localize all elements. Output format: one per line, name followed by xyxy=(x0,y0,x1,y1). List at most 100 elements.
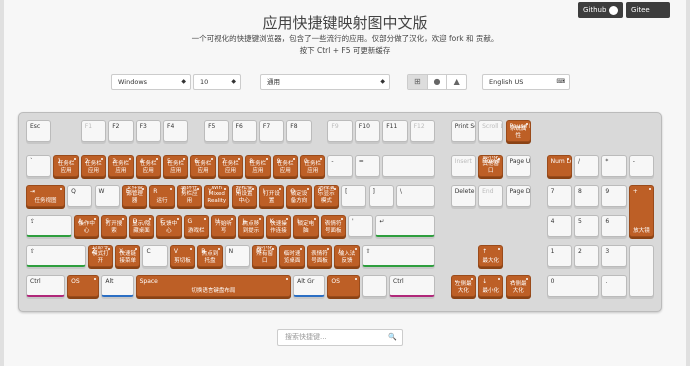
key-p[interactable]: P 选择演示显示模式 xyxy=(313,185,340,207)
linux-icon[interactable]: ▲ xyxy=(447,75,466,89)
key-4[interactable]: 4 任务栏应用 xyxy=(135,155,161,177)
key-f[interactable]: F 反馈中心 xyxy=(156,215,182,237)
key-x[interactable]: X 快速链接菜单 xyxy=(115,245,141,267)
key-d[interactable]: D 显示/隐藏桌面 xyxy=(128,215,155,237)
key-↑[interactable]: ↑ 最大化 xyxy=(478,245,504,267)
key-*[interactable]: * xyxy=(601,155,627,177)
key-blank[interactable] xyxy=(382,155,435,177)
search-input[interactable]: 搜索快捷键... 🔍 xyxy=(277,329,403,346)
key-1[interactable]: 1 任务栏应用 xyxy=(53,155,79,177)
key-⇧[interactable]: ⇧ xyxy=(361,245,435,267)
key-f12[interactable]: F12 xyxy=(409,120,435,142)
key-=[interactable]: = xyxy=(354,155,381,177)
key-v[interactable]: V 剪切板 xyxy=(169,245,196,267)
key-f9[interactable]: F9 xyxy=(327,120,353,142)
key-1[interactable]: 1 xyxy=(546,245,572,267)
key-page-down[interactable]: Page Down xyxy=(505,185,531,207)
key-3[interactable]: 3 xyxy=(601,245,627,267)
key-os[interactable]: OS xyxy=(67,275,100,297)
key--[interactable]: - xyxy=(327,155,353,177)
key-\[interactable]: \ xyxy=(395,185,435,207)
key-z[interactable]: Z 以命令模式打开 xyxy=(87,245,114,267)
key-`[interactable]: ` xyxy=(26,155,52,177)
key-alt-gr[interactable]: Alt Gr xyxy=(293,275,326,297)
key-j[interactable]: J 焦点移到提示 xyxy=(238,215,264,237)
key-,[interactable]: , 临时速览桌面 xyxy=(279,245,305,267)
key-[[interactable]: [ xyxy=(341,185,367,207)
apple-icon[interactable]: ● xyxy=(428,75,448,89)
key-blank[interactable] xyxy=(361,275,388,297)
key-page-up[interactable]: Page Up xyxy=(505,155,531,177)
key-f6[interactable]: F6 xyxy=(231,120,257,142)
layout-select[interactable]: English US ⌨ xyxy=(482,74,570,90)
key-f8[interactable]: F8 xyxy=(286,120,312,142)
key-→[interactable]: → 右侧最大化 xyxy=(505,275,531,297)
key-0[interactable]: 0 xyxy=(546,275,600,297)
key-e[interactable]: E 文件资源管理器 xyxy=(121,185,148,207)
key-space[interactable]: Space 切换语言键盘布局 xyxy=(135,275,292,297)
key-0[interactable]: 0 任务栏应用 xyxy=(300,155,326,177)
key-⇥[interactable]: ⇥ 任务视图 xyxy=(26,185,66,207)
key-/[interactable]: / 输入法反馈 xyxy=(334,245,360,267)
key-←[interactable]: ← 左侧最大化 xyxy=(450,275,477,297)
key-9[interactable]: 9 xyxy=(601,185,627,207)
key-/[interactable]: / xyxy=(574,155,600,177)
key-4[interactable]: 4 xyxy=(546,215,572,237)
key-⇪[interactable]: ⇪ xyxy=(26,215,72,237)
key-q[interactable]: Q xyxy=(67,185,93,207)
key-f4[interactable]: F4 xyxy=(163,120,189,142)
key-2[interactable]: 2 任务栏应用 xyxy=(80,155,107,177)
key-⇧[interactable]: ⇧ xyxy=(26,245,86,267)
key-u[interactable]: U 轻松使用设置中心 xyxy=(231,185,257,207)
key-6[interactable]: 6 xyxy=(601,215,627,237)
key-8[interactable]: 8 xyxy=(574,185,600,207)
key-;[interactable]: ; 表情符号面板 xyxy=(320,215,346,237)
key-f2[interactable]: F2 xyxy=(108,120,134,142)
key-b[interactable]: B 焦点到托盘 xyxy=(197,245,223,267)
key-num-lock[interactable]: Num Lock xyxy=(546,155,572,177)
key-9[interactable]: 9 任务栏应用 xyxy=(272,155,298,177)
windows-icon[interactable]: ⊞ xyxy=(408,75,428,89)
key-i[interactable]: I 打开设置 xyxy=(258,185,285,207)
key-t[interactable]: T 循环任务栏应用 xyxy=(176,185,203,207)
key-ctrl[interactable]: Ctrl xyxy=(389,275,435,297)
key-alt[interactable]: Alt xyxy=(101,275,134,297)
app-select[interactable]: 通用 ◆ xyxy=(260,74,390,90)
key-end[interactable]: End xyxy=(478,185,504,207)
key-+[interactable]: + 放大镜 xyxy=(628,185,655,237)
key-c[interactable]: C xyxy=(142,245,168,267)
key-.[interactable]: . xyxy=(601,275,627,297)
key-home[interactable]: Home 最小化其他窗口 xyxy=(478,155,504,177)
key-esc[interactable]: Esc xyxy=(26,120,52,142)
os-select[interactable]: Windows ◆ xyxy=(111,74,191,90)
key-o[interactable]: O 锁定设备方向 xyxy=(286,185,312,207)
key-↵[interactable]: ↵ xyxy=(375,215,435,237)
key-y[interactable]: Y Win Mixed Reality xyxy=(204,185,230,207)
key-delete[interactable]: Delete xyxy=(450,185,477,207)
key-h[interactable]: H 开始听写 xyxy=(210,215,237,237)
version-select[interactable]: 10 ◆ xyxy=(193,74,241,90)
key-.[interactable]: . 表情符号面板 xyxy=(306,245,333,267)
key-print-screen[interactable]: Print Screen xyxy=(450,120,477,142)
key-f7[interactable]: F7 xyxy=(258,120,285,142)
key-s[interactable]: S 打开搜索 xyxy=(101,215,127,237)
key-5[interactable]: 5 xyxy=(574,215,600,237)
key-l[interactable]: L 锁定电脑 xyxy=(293,215,319,237)
key--[interactable]: - xyxy=(628,155,655,177)
key-7[interactable]: 7 任务栏应用 xyxy=(217,155,244,177)
key-w[interactable]: W xyxy=(94,185,120,207)
key-8[interactable]: 8 任务栏应用 xyxy=(245,155,271,177)
key-a[interactable]: A 操作中心 xyxy=(73,215,100,237)
key-2[interactable]: 2 xyxy=(574,245,600,267)
key-k[interactable]: K 快速操作连接 xyxy=(265,215,292,237)
key-r[interactable]: R 运行 xyxy=(149,185,175,207)
key-f1[interactable]: F1 xyxy=(80,120,107,142)
key-'[interactable]: ' xyxy=(347,215,374,237)
key-6[interactable]: 6 任务栏应用 xyxy=(190,155,216,177)
key-7[interactable]: 7 xyxy=(546,185,572,207)
key-3[interactable]: 3 任务栏应用 xyxy=(108,155,134,177)
key-scroll-lock[interactable]: Scroll Lock xyxy=(478,120,504,142)
key-f3[interactable]: F3 xyxy=(135,120,161,142)
key-m[interactable]: M 最小化所有窗口 xyxy=(252,245,278,267)
key-][interactable]: ] xyxy=(368,185,394,207)
